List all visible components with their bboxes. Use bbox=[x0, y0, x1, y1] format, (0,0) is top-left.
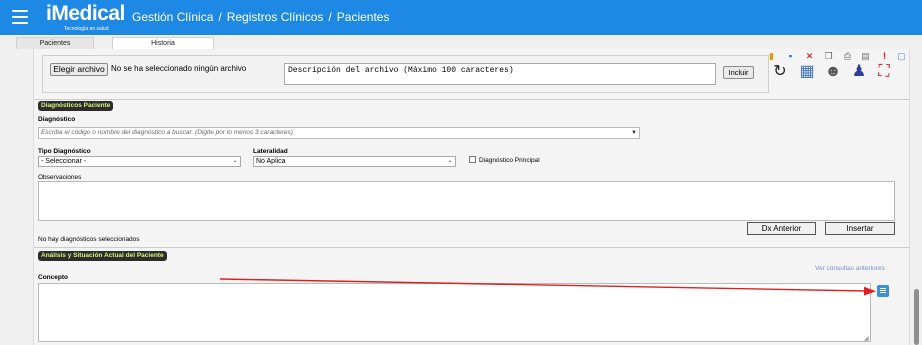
concepto-textarea[interactable] bbox=[38, 283, 871, 342]
alert-icon[interactable]: ! bbox=[879, 50, 890, 62]
resize-grip-icon[interactable]: ◢ bbox=[864, 335, 869, 342]
file-description-input[interactable]: Descripción del archivo (Máximo 100 cara… bbox=[284, 63, 716, 85]
dx-anterior-button[interactable]: Dx Anterior bbox=[747, 222, 816, 235]
save-icon[interactable]: ▪ bbox=[785, 50, 796, 62]
scrollbar-thumb[interactable] bbox=[914, 289, 919, 345]
menu-icon[interactable] bbox=[12, 10, 28, 24]
observaciones-textarea[interactable] bbox=[38, 181, 895, 221]
diagnostico-principal-label: Diagnóstico Principal bbox=[479, 157, 540, 164]
breadcrumb-item-pacientes: Pacientes bbox=[336, 10, 390, 24]
toolbar-large: ↻ ▦ ☻ ♟ ⛶ bbox=[770, 62, 895, 84]
lateralidad-select[interactable]: No Aplica bbox=[253, 156, 456, 167]
delete-icon[interactable]: ✕ bbox=[804, 50, 815, 62]
tipo-diagnostico-select[interactable]: - Seleccionar - bbox=[38, 156, 241, 167]
section-divider bbox=[34, 99, 910, 100]
analisis-section-title: Análisis y Situación Actual del Paciente bbox=[38, 251, 167, 261]
patients-icon[interactable]: ♟ bbox=[849, 62, 869, 82]
breadcrumb-item-gestion-clinica[interactable]: Gestión Clínica bbox=[132, 10, 213, 24]
lateralidad-label: Lateralidad bbox=[253, 148, 288, 155]
print-icon[interactable]: ⎙ bbox=[842, 50, 853, 62]
ver-consultas-anteriores-link[interactable]: Ver consultas anteriores bbox=[815, 265, 885, 272]
top-navbar: iMedical Tecnología en salud Gestión Clí… bbox=[0, 0, 922, 35]
copy-icon[interactable]: ❐ bbox=[823, 50, 834, 62]
logo-tagline: Tecnología en salud bbox=[64, 26, 109, 32]
medical-team-icon[interactable]: ☻ bbox=[823, 62, 843, 82]
choose-file-button[interactable]: Elegir archivo bbox=[50, 63, 108, 76]
tab-pacientes[interactable]: Pacientes bbox=[16, 37, 94, 49]
insertar-button[interactable]: Insertar bbox=[825, 222, 895, 235]
breadcrumb-item-registros-clinicos[interactable]: Registros Clínicos bbox=[227, 10, 324, 24]
tab-historia[interactable]: Historia bbox=[112, 37, 214, 49]
breadcrumb-separator: / bbox=[328, 10, 332, 24]
diagnosticos-section-title: Diagnósticos Paciente bbox=[38, 101, 114, 111]
no-diagnosticos-message: No hay diagnósticos seleccionados bbox=[38, 236, 140, 243]
section-divider bbox=[34, 247, 910, 248]
chevron-down-icon: ⌄ bbox=[447, 158, 453, 164]
diagnostico-search-input[interactable]: Escriba el código o nombre del diagnósti… bbox=[38, 127, 640, 139]
comment-icon[interactable] bbox=[877, 285, 889, 297]
diagnostico-principal-checkbox[interactable] bbox=[469, 156, 476, 163]
diagnostico-label: Diagnóstico bbox=[38, 116, 76, 123]
gallery-icon[interactable]: ▦ bbox=[797, 62, 817, 82]
chevron-down-icon[interactable]: ▼ bbox=[630, 129, 638, 137]
breadcrumb: Gestión Clínica / Registros Clínicos / Pacie… bbox=[132, 10, 389, 24]
chat-icon[interactable]: ▢ bbox=[896, 50, 907, 62]
refresh-arrows-icon[interactable]: ↻ bbox=[770, 62, 790, 82]
include-button[interactable]: Incluir bbox=[723, 66, 754, 79]
pdf-icon[interactable]: ⛶ bbox=[874, 62, 894, 82]
concepto-label: Concepto bbox=[38, 274, 68, 281]
breadcrumb-separator: / bbox=[218, 10, 222, 24]
preview-icon[interactable]: ▤ bbox=[860, 50, 871, 62]
imedical-logo[interactable]: iMedical Tecnología en salud bbox=[46, 2, 125, 33]
logo-text: iMedical bbox=[46, 2, 125, 25]
observaciones-label: Observaciones bbox=[38, 174, 82, 181]
tipo-diagnostico-label: Tipo Diagnóstico bbox=[38, 148, 91, 155]
chevron-down-icon: ⌄ bbox=[232, 158, 238, 164]
file-status-text: No se ha seleccionado ningún archivo bbox=[111, 64, 247, 73]
